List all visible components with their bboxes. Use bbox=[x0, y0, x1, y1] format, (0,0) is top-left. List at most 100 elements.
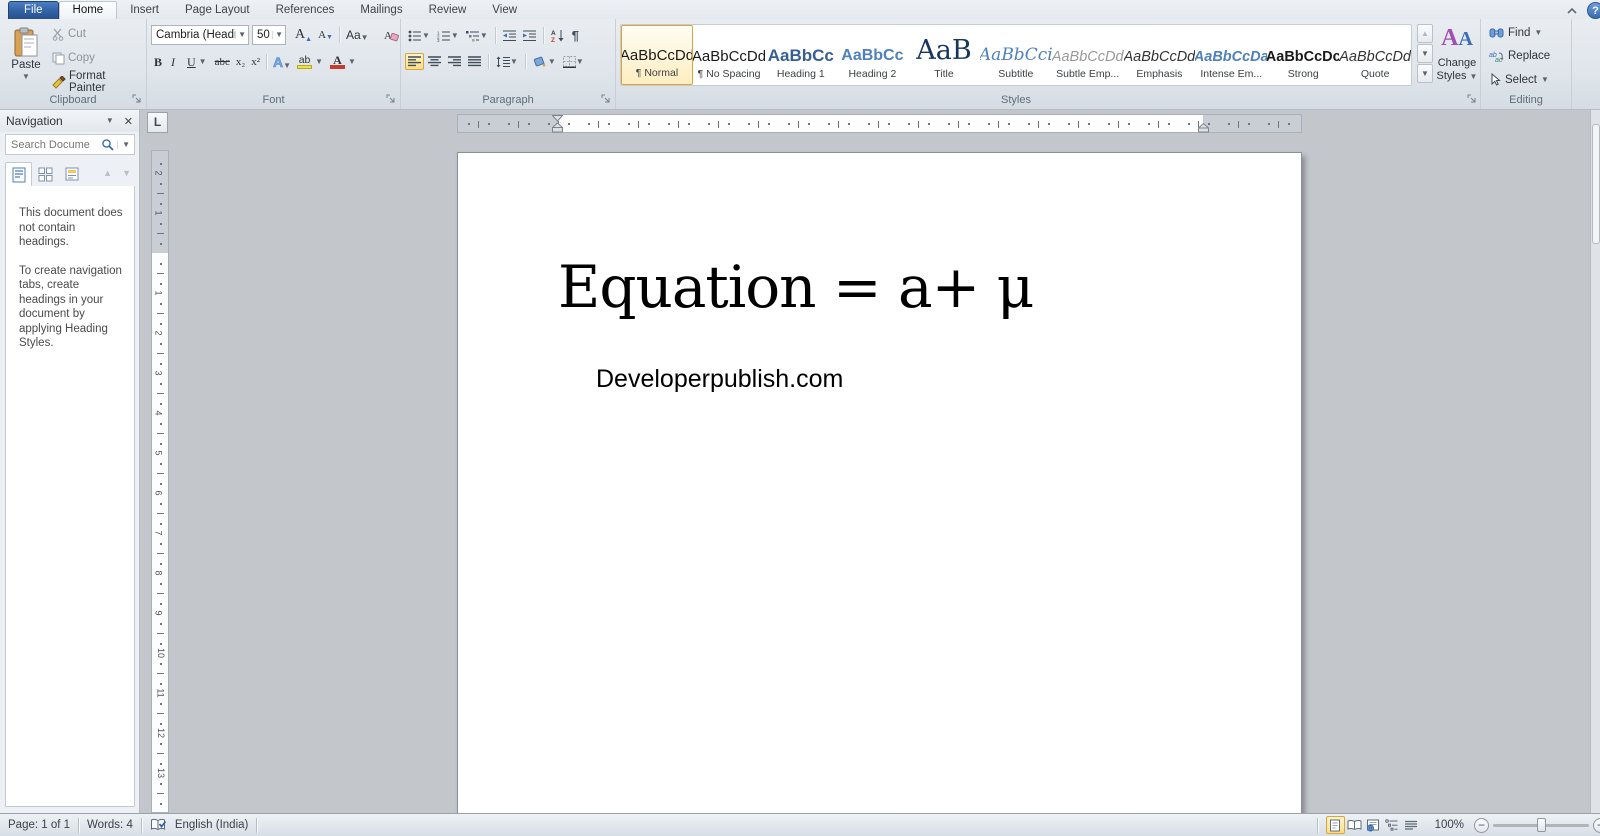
paste-dropdown-icon[interactable]: ▼ bbox=[22, 73, 30, 81]
document-page[interactable]: Equation = a+ μ Developerpublish.com bbox=[457, 152, 1302, 813]
draft-view-button[interactable] bbox=[1402, 816, 1421, 834]
horizontal-ruler[interactable] bbox=[457, 114, 1302, 133]
increase-indent-button[interactable] bbox=[520, 27, 539, 45]
outline-view-button[interactable] bbox=[1383, 816, 1402, 834]
superscript-button[interactable]: x² bbox=[248, 54, 263, 70]
previous-heading-icon[interactable]: ▲ bbox=[103, 168, 112, 178]
minimize-ribbon-icon[interactable] bbox=[1565, 5, 1579, 17]
tab-mailings[interactable]: Mailings bbox=[347, 2, 415, 19]
subscript-button[interactable]: x₂ bbox=[233, 54, 248, 70]
underline-button[interactable]: U bbox=[184, 53, 199, 72]
word-count[interactable]: Words: 4 bbox=[87, 819, 133, 831]
search-options-dropdown-icon[interactable]: ▼ bbox=[117, 140, 134, 149]
tab-stop-selector[interactable]: L bbox=[147, 112, 168, 133]
sort-button[interactable]: AZ bbox=[548, 26, 568, 45]
font-family-dropdown-icon[interactable]: ▼ bbox=[235, 31, 246, 39]
scrollbar-thumb[interactable] bbox=[1592, 124, 1600, 244]
indent-markers-left[interactable] bbox=[552, 115, 563, 133]
strikethrough-button[interactable]: abc bbox=[212, 54, 233, 70]
shading-button[interactable]: ▼ bbox=[530, 52, 559, 71]
tab-page-layout[interactable]: Page Layout bbox=[172, 2, 263, 19]
next-heading-icon[interactable]: ▼ bbox=[122, 168, 131, 178]
style-title[interactable]: AaB Title bbox=[908, 25, 980, 85]
vertical-ruler[interactable]: 2 1 1 2 3 4 5 6 7 8 9 10 11 12 13 bbox=[151, 150, 169, 813]
zoom-slider-handle[interactable] bbox=[1537, 817, 1546, 832]
vertical-scrollbar[interactable] bbox=[1590, 110, 1600, 813]
browse-pages-tab[interactable] bbox=[32, 162, 59, 187]
fullscreen-reading-view-button[interactable] bbox=[1345, 816, 1364, 834]
italic-button[interactable]: I bbox=[168, 53, 184, 72]
highlight-color-button[interactable]: ab bbox=[294, 54, 315, 71]
replace-button[interactable]: ab ac Replace bbox=[1489, 50, 1550, 62]
tab-review[interactable]: Review bbox=[416, 2, 480, 19]
gallery-scroll-up-button[interactable]: ▲ bbox=[1417, 24, 1433, 43]
borders-button[interactable]: ▼ bbox=[560, 53, 587, 71]
style-intense-em[interactable]: AaBbCcDa Intense Em... bbox=[1195, 25, 1267, 85]
align-center-button[interactable] bbox=[425, 53, 444, 70]
decrease-indent-button[interactable] bbox=[500, 27, 519, 45]
underline-dropdown-icon[interactable]: ▼ bbox=[199, 58, 207, 66]
tab-view[interactable]: View bbox=[479, 2, 530, 19]
search-icon[interactable] bbox=[101, 138, 114, 151]
align-left-button[interactable] bbox=[405, 53, 424, 70]
line-spacing-button[interactable]: ▼ bbox=[493, 53, 521, 71]
paste-button[interactable]: Paste ▼ bbox=[5, 22, 47, 104]
indent-marker-right[interactable] bbox=[1198, 123, 1209, 133]
select-button[interactable]: Select ▼ bbox=[1489, 73, 1549, 86]
style-quote[interactable]: AaBbCcDd Quote bbox=[1339, 25, 1411, 85]
show-hide-pilcrow-button[interactable]: ¶ bbox=[569, 25, 582, 46]
change-case-button[interactable]: Aa ▼ bbox=[343, 26, 372, 44]
style-heading-2[interactable]: AaBbCc Heading 2 bbox=[837, 25, 909, 85]
gallery-more-button[interactable]: ▼ bbox=[1417, 64, 1433, 83]
clear-formatting-button[interactable]: A bbox=[380, 26, 402, 44]
search-input[interactable] bbox=[6, 138, 90, 151]
change-styles-button[interactable]: Change Styles ▼ bbox=[1434, 57, 1480, 83]
zoom-slider[interactable] bbox=[1493, 817, 1589, 832]
navigation-pane-menu-icon[interactable]: ▼ bbox=[106, 117, 114, 125]
gallery-scroll-down-button[interactable]: ▼ bbox=[1417, 44, 1433, 63]
bold-button[interactable]: B bbox=[151, 53, 168, 72]
multilevel-list-button[interactable]: ▼ bbox=[463, 27, 491, 45]
copy-button[interactable]: Copy bbox=[50, 49, 146, 67]
browse-headings-tab[interactable] bbox=[5, 162, 32, 187]
highlight-dropdown-icon[interactable]: ▼ bbox=[315, 58, 323, 66]
numbering-button[interactable]: 123 ▼ bbox=[434, 27, 462, 45]
web-layout-view-button[interactable] bbox=[1364, 816, 1383, 834]
tab-references[interactable]: References bbox=[263, 2, 348, 19]
style-no-spacing[interactable]: AaBbCcDd ¶ No Spacing bbox=[693, 25, 765, 85]
page-indicator[interactable]: Page: 1 of 1 bbox=[8, 819, 70, 831]
zoom-level[interactable]: 100% bbox=[1435, 819, 1464, 831]
navigation-pane-close-icon[interactable]: ✕ bbox=[124, 115, 133, 128]
zoom-out-button[interactable]: − bbox=[1474, 817, 1489, 833]
font-color-dropdown-icon[interactable]: ▼ bbox=[348, 58, 356, 66]
style-emphasis[interactable]: AaBbCcDd Emphasis bbox=[1124, 25, 1196, 85]
clipboard-dialog-launcher[interactable] bbox=[132, 94, 143, 105]
grow-font-button[interactable]: A ▲ bbox=[292, 25, 315, 45]
format-painter-button[interactable]: Format Painter bbox=[50, 70, 146, 94]
cut-button[interactable]: Cut bbox=[50, 25, 146, 43]
style-subtle-emp[interactable]: AaBbCcDd Subtle Emp... bbox=[1052, 25, 1124, 85]
font-size-combobox[interactable]: 50 ▼ bbox=[252, 25, 286, 45]
proofing-icon[interactable] bbox=[150, 818, 167, 832]
style-normal[interactable]: AaBbCcDd ¶ Normal bbox=[621, 25, 693, 85]
browse-results-tab[interactable] bbox=[59, 162, 86, 187]
bullets-button[interactable]: ▼ bbox=[405, 27, 433, 45]
justify-button[interactable] bbox=[465, 53, 484, 70]
shrink-font-button[interactable]: A ▼ bbox=[315, 27, 336, 43]
language-indicator[interactable]: English (India) bbox=[175, 819, 249, 831]
font-dialog-launcher[interactable] bbox=[386, 94, 397, 105]
paragraph-dialog-launcher[interactable] bbox=[601, 94, 612, 105]
font-family-combobox[interactable]: Cambria (Headin ▼ bbox=[151, 25, 249, 45]
find-button[interactable]: Find ▼ bbox=[1489, 27, 1542, 39]
style-subtitle[interactable]: AaBbCci Subtitle bbox=[980, 25, 1052, 85]
text-effects-button[interactable]: A ▼ bbox=[270, 52, 294, 72]
tab-insert[interactable]: Insert bbox=[117, 2, 172, 19]
font-size-dropdown-icon[interactable]: ▼ bbox=[272, 31, 283, 39]
align-right-button[interactable] bbox=[445, 53, 464, 70]
style-strong[interactable]: AaBbCcDc Strong bbox=[1267, 25, 1339, 85]
tab-file[interactable]: File bbox=[8, 1, 59, 19]
font-color-button[interactable]: A bbox=[327, 53, 348, 71]
zoom-in-button[interactable]: + bbox=[1593, 817, 1600, 833]
print-layout-view-button[interactable] bbox=[1325, 816, 1345, 834]
tab-home[interactable]: Home bbox=[58, 1, 118, 19]
